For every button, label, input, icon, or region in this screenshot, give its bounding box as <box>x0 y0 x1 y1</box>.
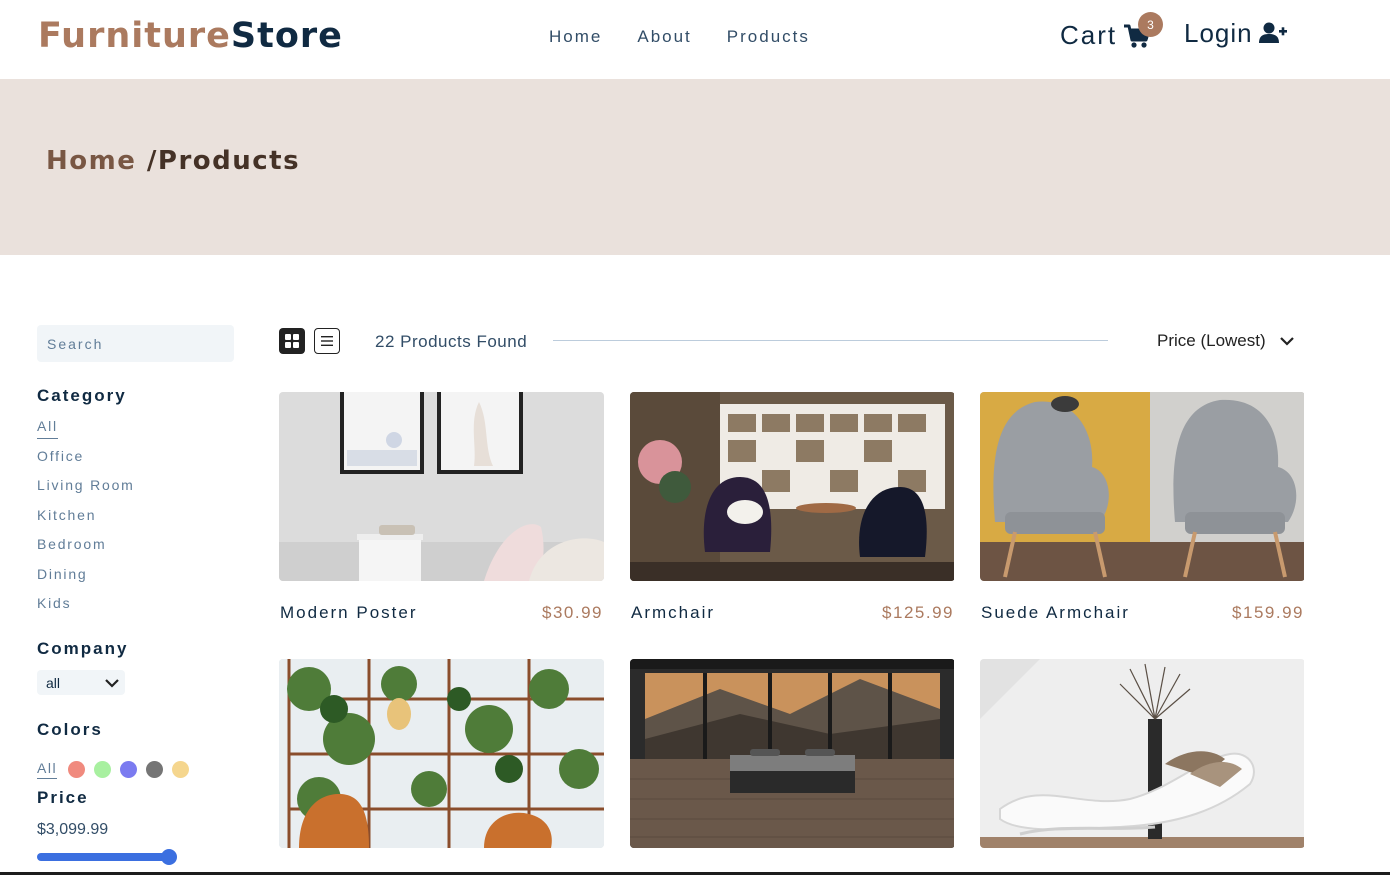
product-image[interactable] <box>630 659 955 848</box>
page-hero: Home /Products <box>0 79 1390 255</box>
product-info: Armchair $125.99 <box>630 603 955 623</box>
color-swatch-yellow[interactable] <box>172 761 190 778</box>
product-name: Suede Armchair <box>981 603 1130 622</box>
product-name: Modern Poster <box>280 603 418 622</box>
product-card <box>980 659 1305 870</box>
chevron-down-icon <box>105 678 119 688</box>
product-card <box>279 659 604 870</box>
login-button[interactable]: Login <box>1184 18 1287 49</box>
login-label: Login <box>1184 18 1253 48</box>
color-swatch-red[interactable] <box>68 761 86 778</box>
price-title: Price <box>37 788 89 807</box>
products-found-count: 22 Products Found <box>375 332 528 351</box>
product-image[interactable] <box>630 392 955 581</box>
cart-label: Cart <box>1060 20 1118 50</box>
sort-select-value: Price (Lowest) <box>1157 331 1266 350</box>
cart-count-badge: 3 <box>1138 12 1163 37</box>
price-slider-track[interactable] <box>37 853 169 861</box>
search-input[interactable] <box>37 325 234 362</box>
category-item-office[interactable]: Office <box>37 448 135 478</box>
category-item-living-room[interactable]: Living Room <box>37 477 135 507</box>
user-plus-icon <box>1258 22 1287 43</box>
grid-icon <box>285 334 299 348</box>
company-select-value: all <box>46 674 61 691</box>
product-image[interactable] <box>980 392 1305 581</box>
list-icon <box>321 336 333 346</box>
category-item-all[interactable]: All <box>37 418 135 448</box>
product-info: Modern Poster $30.99 <box>279 603 604 623</box>
company-select[interactable]: all <box>37 670 125 695</box>
sort-select[interactable]: Price (Lowest) <box>1157 331 1294 351</box>
navbar: FurnitureStore Home About Products Cart … <box>0 0 1390 79</box>
category-item-bedroom[interactable]: Bedroom <box>37 536 135 566</box>
nav-links: Home About Products <box>549 27 810 47</box>
nav-link-about[interactable]: About <box>637 27 691 47</box>
company-title: Company <box>37 639 129 658</box>
category-item-dining[interactable]: Dining <box>37 566 135 596</box>
product-info: Suede Armchair $159.99 <box>980 603 1305 623</box>
colors-title: Colors <box>37 720 103 739</box>
breadcrumb-current: /Products <box>146 146 301 176</box>
product-price: $125.99 <box>882 603 954 622</box>
color-swatch-gray[interactable] <box>146 761 164 778</box>
nav-link-products[interactable]: Products <box>727 27 810 47</box>
chevron-down-icon <box>1279 337 1294 346</box>
list-view-button[interactable] <box>314 328 340 354</box>
price-slider-thumb[interactable] <box>161 849 177 865</box>
product-image[interactable] <box>279 659 604 848</box>
category-item-kids[interactable]: Kids <box>37 595 135 625</box>
category-list: All Office Living Room Kitchen Bedroom D… <box>37 418 135 625</box>
category-title: Category <box>37 386 127 405</box>
color-swatch-green[interactable] <box>94 761 112 778</box>
product-image[interactable] <box>980 659 1305 848</box>
grid-view-button[interactable] <box>279 328 305 354</box>
category-item-kitchen[interactable]: Kitchen <box>37 507 135 537</box>
product-name: Armchair <box>631 603 716 622</box>
product-price: $159.99 <box>1232 603 1304 622</box>
nav-link-home[interactable]: Home <box>549 27 602 47</box>
color-swatch-blue[interactable] <box>120 761 138 778</box>
logo[interactable]: FurnitureStore <box>38 16 343 56</box>
product-card: Suede Armchair $159.99 <box>980 392 1305 623</box>
color-all-button[interactable]: All <box>37 760 58 779</box>
color-filter: All <box>37 760 198 779</box>
breadcrumb-home[interactable]: Home <box>46 146 147 176</box>
price-value: $3,099.99 <box>37 821 109 838</box>
breadcrumb: Home /Products <box>46 146 300 176</box>
logo-part-furniture: Furniture <box>38 16 231 56</box>
product-card: Armchair $125.99 <box>630 392 955 623</box>
product-card: Modern Poster $30.99 <box>279 392 604 623</box>
header-divider <box>553 340 1108 341</box>
product-card <box>630 659 955 870</box>
product-image[interactable] <box>279 392 604 581</box>
product-price: $30.99 <box>542 603 603 622</box>
logo-part-store: Store <box>230 16 343 56</box>
